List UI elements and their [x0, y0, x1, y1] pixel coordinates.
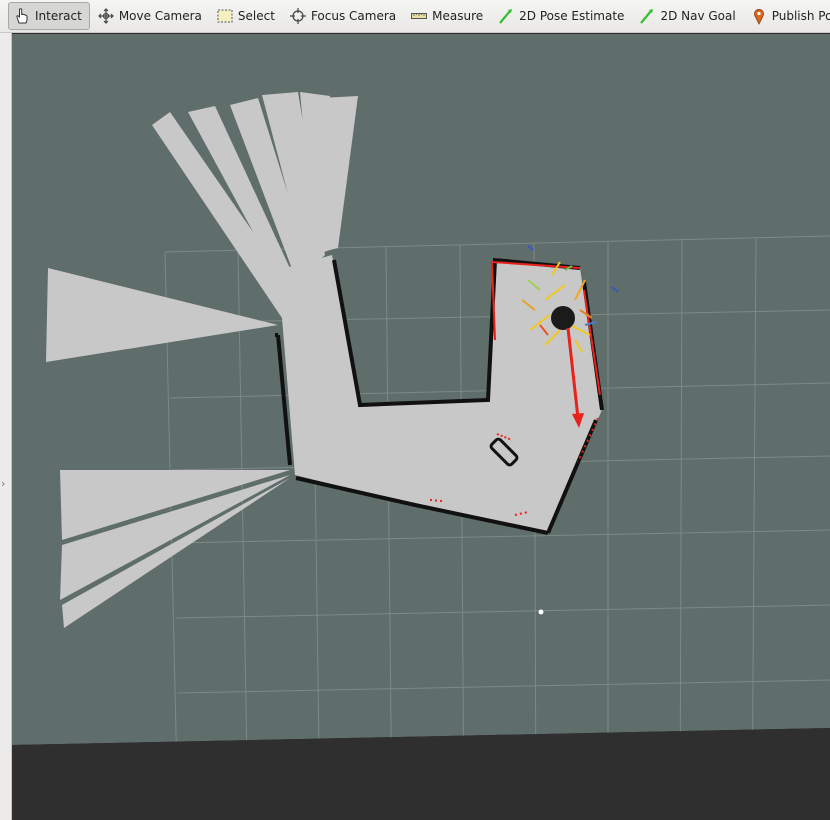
tool-2d-pose-estimate[interactable]: 2D Pose Estimate [493, 2, 631, 30]
tool-toolbar: Interact Move Camera Select Focus Camera… [0, 0, 830, 33]
move-camera-icon [97, 7, 115, 25]
tool-select[interactable]: Select [212, 2, 282, 30]
tool-label: Move Camera [118, 9, 202, 23]
tool-label: Focus Camera [310, 9, 397, 23]
tool-2d-nav-goal[interactable]: 2D Nav Goal [634, 2, 742, 30]
ground-plane [12, 34, 830, 745]
focus-crosshair-icon [289, 7, 307, 25]
tool-label: Select [237, 9, 275, 23]
tool-label: Interact [35, 9, 82, 23]
origin-marker [538, 609, 544, 615]
select-box-icon [216, 7, 234, 25]
tool-label: Measure [432, 9, 484, 23]
tool-move-camera[interactable]: Move Camera [93, 2, 209, 30]
ruler-icon [410, 7, 428, 25]
tool-measure[interactable]: Measure [406, 2, 490, 30]
tool-label: 2D Nav Goal [660, 9, 736, 23]
tool-publish-point[interactable]: Publish Point [746, 2, 830, 30]
tool-label: 2D Pose Estimate [519, 9, 625, 23]
robot-body [551, 306, 575, 330]
3d-render-viewport[interactable] [12, 34, 830, 820]
expand-panel-chevron-icon[interactable]: › [1, 477, 5, 490]
hand-pointer-icon [13, 7, 31, 25]
tool-focus-camera[interactable]: Focus Camera [285, 2, 403, 30]
green-arrow-icon [497, 7, 515, 25]
tool-interact[interactable]: Interact [8, 2, 90, 30]
map-pin-icon [750, 7, 768, 25]
tool-label: Publish Point [771, 9, 830, 23]
side-panel-collapsed-strip[interactable]: › [0, 33, 12, 820]
green-arrow-icon [638, 7, 656, 25]
